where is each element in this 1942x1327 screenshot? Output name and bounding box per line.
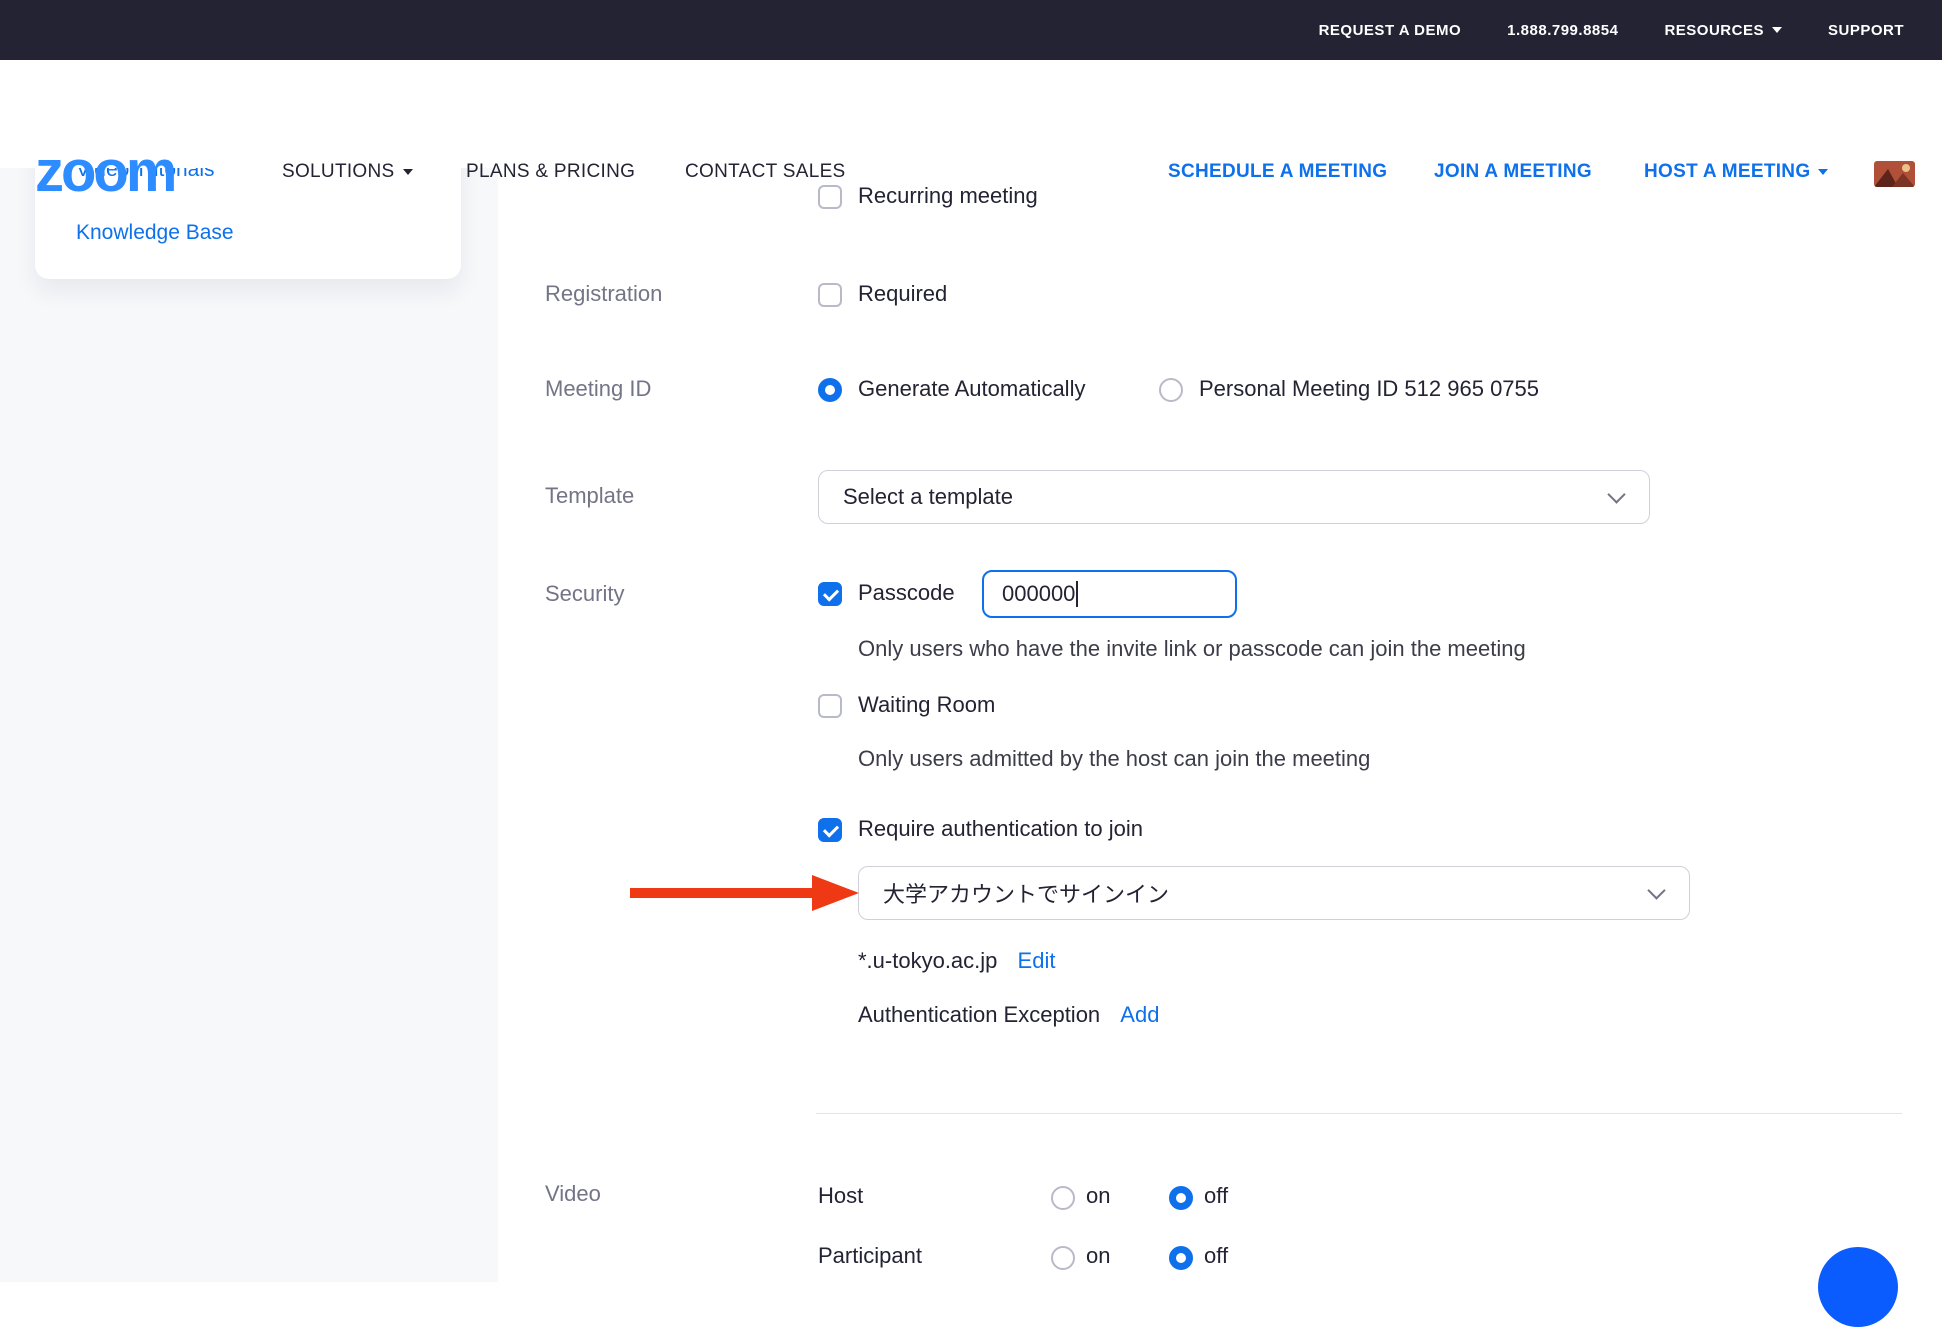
chevron-down-icon bbox=[1607, 485, 1625, 503]
meeting-id-personal-radio[interactable] bbox=[1159, 378, 1183, 402]
auth-method-select[interactable]: 大学アカウントでサインイン bbox=[858, 866, 1690, 920]
support-label: SUPPORT bbox=[1828, 22, 1904, 39]
registration-label: Registration bbox=[545, 281, 662, 307]
video-host-off-label: off bbox=[1204, 1183, 1228, 1209]
template-select-value: Select a template bbox=[843, 484, 1013, 510]
meeting-id-label: Meeting ID bbox=[545, 376, 651, 402]
resources-label: RESOURCES bbox=[1664, 22, 1764, 39]
video-label: Video bbox=[545, 1181, 601, 1207]
phone-label: 1.888.799.8854 bbox=[1507, 22, 1618, 39]
support-link[interactable]: SUPPORT bbox=[1828, 22, 1904, 39]
registration-required-label: Required bbox=[858, 281, 947, 307]
passcode-checkbox[interactable] bbox=[818, 582, 842, 606]
help-chat-button[interactable] bbox=[1818, 1247, 1898, 1327]
registration-required-checkbox[interactable] bbox=[818, 283, 842, 307]
meeting-id-generate-label: Generate Automatically bbox=[858, 376, 1085, 402]
section-divider bbox=[816, 1113, 1902, 1114]
auth-exception-row: Authentication Exception Add bbox=[858, 1002, 1159, 1028]
nav-contact-sales-label: CONTACT SALES bbox=[685, 161, 846, 183]
nav-solutions-label: SOLUTIONS bbox=[282, 161, 395, 183]
security-label: Security bbox=[545, 581, 624, 607]
video-participant-on-radio[interactable] bbox=[1051, 1246, 1075, 1270]
video-host-on-radio[interactable] bbox=[1051, 1186, 1075, 1210]
nav-solutions[interactable]: SOLUTIONS bbox=[282, 161, 413, 183]
passcode-input[interactable]: 000000 bbox=[982, 570, 1237, 618]
require-auth-checkbox[interactable] bbox=[818, 818, 842, 842]
video-participant-off-label: off bbox=[1204, 1243, 1228, 1269]
nav-contact-sales[interactable]: CONTACT SALES bbox=[685, 161, 846, 183]
video-host-label: Host bbox=[818, 1183, 863, 1209]
avatar-image bbox=[1874, 161, 1915, 187]
host-meeting-label: HOST A MEETING bbox=[1644, 161, 1810, 183]
recurring-meeting-checkbox[interactable] bbox=[818, 185, 842, 209]
nav-plans-pricing[interactable]: PLANS & PRICING bbox=[466, 161, 635, 183]
recurring-meeting-label: Recurring meeting bbox=[858, 183, 1038, 209]
video-participant-on-label: on bbox=[1086, 1243, 1110, 1269]
schedule-meeting-label: SCHEDULE A MEETING bbox=[1168, 161, 1387, 183]
host-meeting-menu[interactable]: HOST A MEETING bbox=[1644, 161, 1828, 183]
chevron-down-icon bbox=[403, 169, 413, 175]
template-select[interactable]: Select a template bbox=[818, 470, 1650, 524]
waiting-room-label: Waiting Room bbox=[858, 692, 995, 718]
auth-method-value: 大学アカウントでサインイン bbox=[883, 877, 1169, 909]
main-header: zoom SOLUTIONS PLANS & PRICING CONTACT S… bbox=[0, 60, 1942, 168]
chevron-down-icon bbox=[1772, 27, 1782, 33]
waiting-room-checkbox[interactable] bbox=[818, 694, 842, 718]
template-label: Template bbox=[545, 483, 634, 509]
auth-exception-label: Authentication Exception bbox=[858, 1002, 1100, 1027]
chevron-down-icon bbox=[1647, 881, 1665, 899]
request-demo-link[interactable]: REQUEST A DEMO bbox=[1319, 22, 1462, 39]
passcode-helper-text: Only users who have the invite link or p… bbox=[858, 636, 1526, 662]
request-demo-label: REQUEST A DEMO bbox=[1319, 22, 1462, 39]
schedule-meeting-link[interactable]: SCHEDULE A MEETING bbox=[1168, 161, 1387, 183]
video-participant-off-radio[interactable] bbox=[1169, 1246, 1193, 1270]
video-participant-label: Participant bbox=[818, 1243, 922, 1269]
require-auth-label: Require authentication to join bbox=[858, 816, 1143, 842]
passcode-value: 000000 bbox=[1002, 581, 1075, 607]
auth-domain-edit-link[interactable]: Edit bbox=[1018, 948, 1056, 973]
top-utility-bar: REQUEST A DEMO 1.888.799.8854 RESOURCES … bbox=[0, 0, 1942, 60]
meeting-id-personal-label: Personal Meeting ID 512 965 0755 bbox=[1199, 376, 1539, 402]
resources-menu[interactable]: RESOURCES bbox=[1664, 22, 1782, 39]
join-meeting-link[interactable]: JOIN A MEETING bbox=[1434, 161, 1592, 183]
auth-domain-value: *.u-tokyo.ac.jp bbox=[858, 948, 997, 973]
meeting-id-generate-radio[interactable] bbox=[818, 378, 842, 402]
red-arrow-annotation bbox=[628, 874, 860, 912]
passcode-label: Passcode bbox=[858, 580, 955, 606]
auth-domain-row: *.u-tokyo.ac.jp Edit bbox=[858, 948, 1055, 974]
phone-number[interactable]: 1.888.799.8854 bbox=[1507, 22, 1618, 39]
video-host-on-label: on bbox=[1086, 1183, 1110, 1209]
nav-plans-pricing-label: PLANS & PRICING bbox=[466, 161, 635, 183]
text-cursor bbox=[1076, 581, 1078, 607]
waiting-room-helper-text: Only users admitted by the host can join… bbox=[858, 746, 1370, 772]
chevron-down-icon bbox=[1818, 169, 1828, 175]
zoom-logo[interactable]: zoom bbox=[35, 144, 174, 200]
video-host-off-radio[interactable] bbox=[1169, 1186, 1193, 1210]
sidebar-link-knowledge-base[interactable]: Knowledge Base bbox=[76, 221, 234, 245]
join-meeting-label: JOIN A MEETING bbox=[1434, 161, 1592, 183]
profile-avatar[interactable] bbox=[1874, 161, 1915, 187]
auth-exception-add-link[interactable]: Add bbox=[1120, 1002, 1159, 1027]
